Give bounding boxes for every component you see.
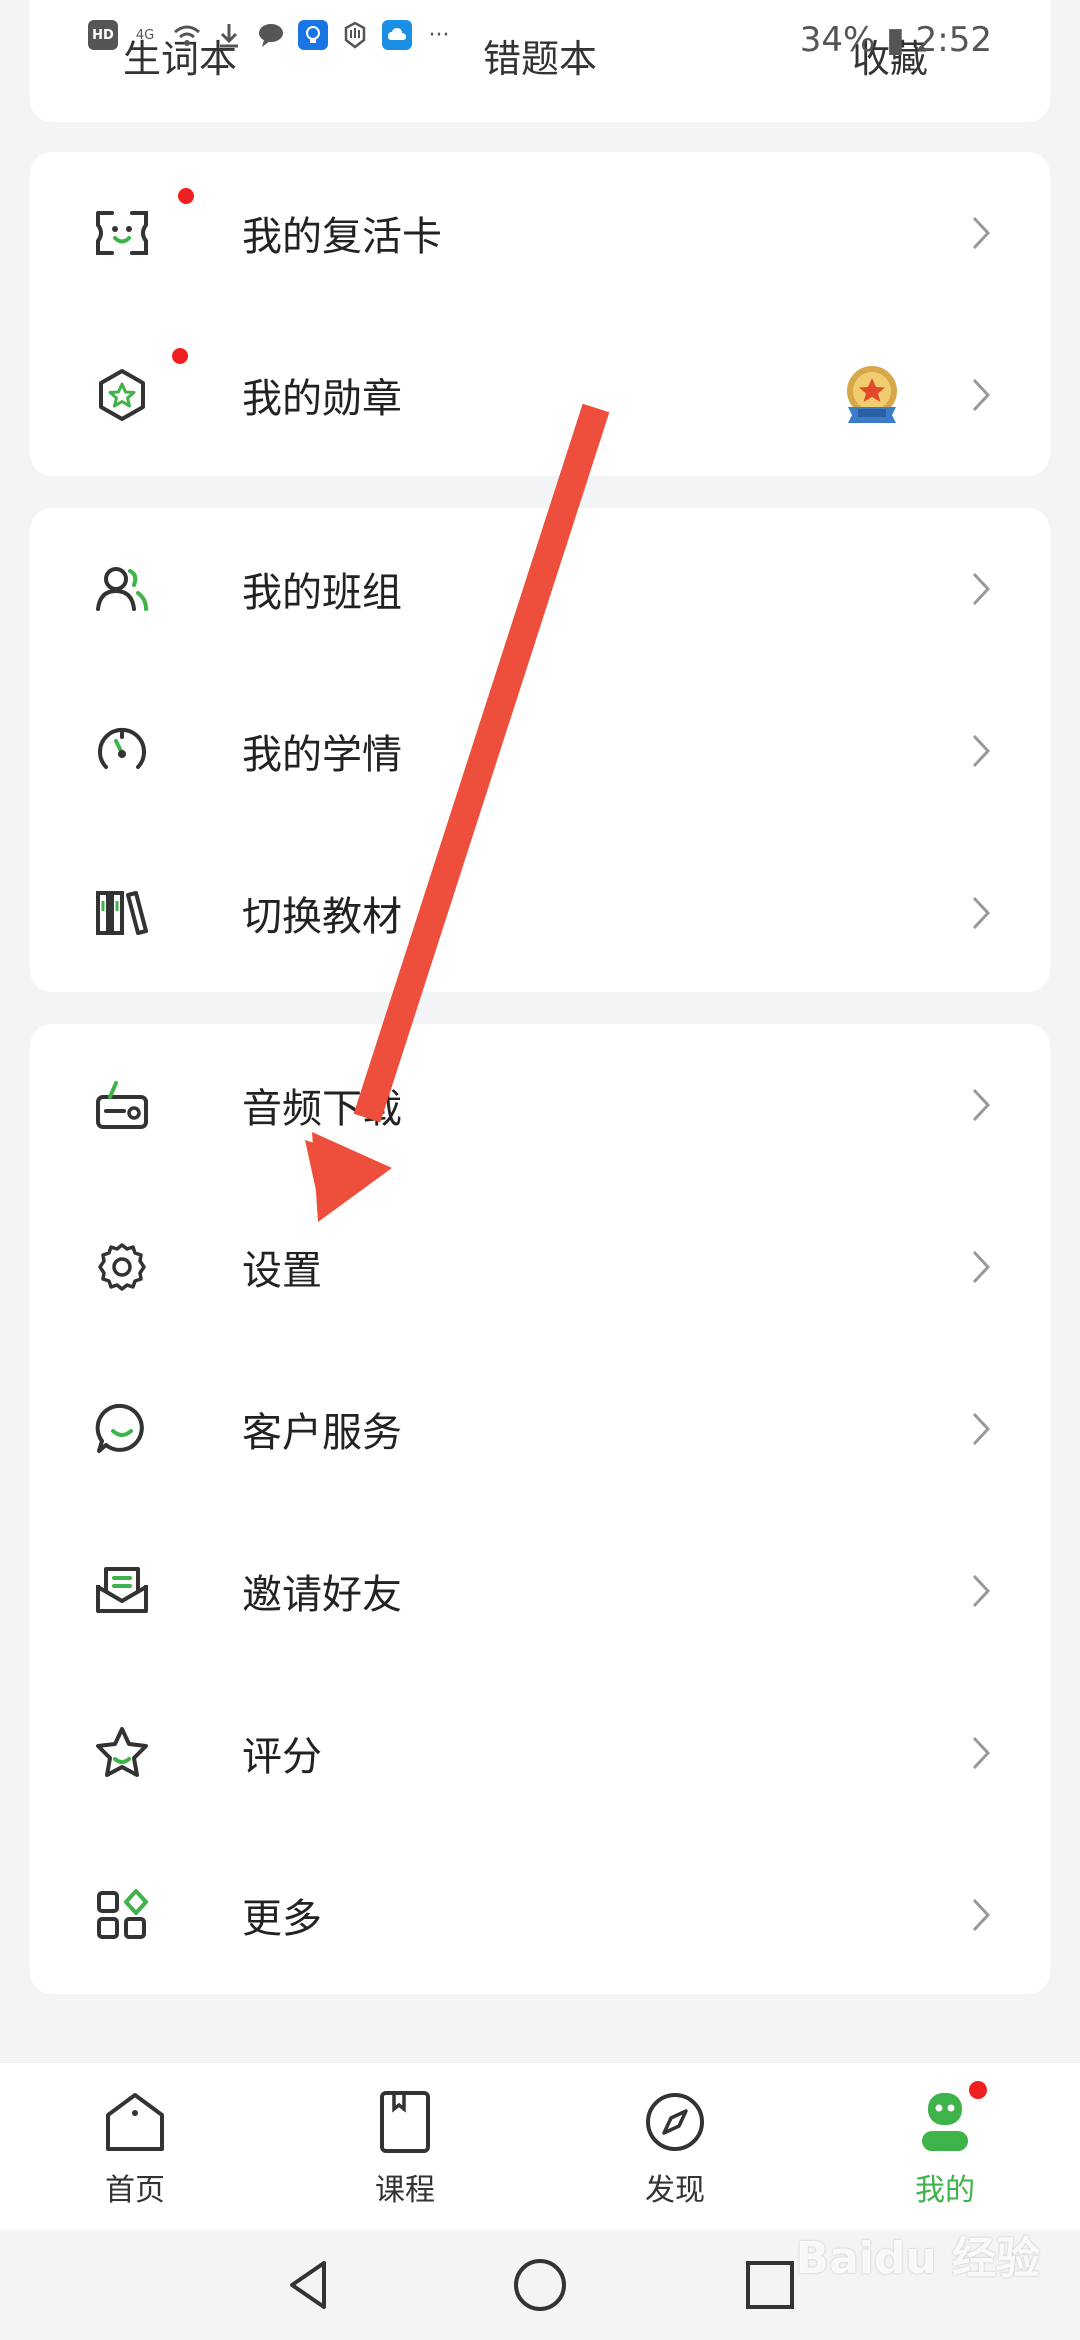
medal-icon bbox=[99, 369, 145, 421]
radio-icon bbox=[96, 1081, 148, 1129]
chevron-right-icon bbox=[972, 1574, 991, 1608]
nav-home[interactable]: 首页 bbox=[65, 2087, 205, 2209]
chevron-right-icon bbox=[972, 1250, 991, 1284]
star-icon bbox=[96, 1727, 148, 1777]
chevron-right-icon bbox=[972, 1088, 991, 1122]
chevron-right-icon bbox=[972, 572, 991, 606]
recents-icon[interactable] bbox=[740, 2255, 800, 2315]
shortcuts-card: 生词本 错题本 收藏 bbox=[30, 0, 1050, 122]
chevron-right-icon bbox=[972, 216, 991, 250]
nav-profile[interactable]: 我的 bbox=[875, 2081, 1015, 2209]
notification-dot bbox=[969, 2081, 987, 2099]
chevron-right-icon bbox=[972, 378, 991, 412]
profile-icon bbox=[922, 2093, 968, 2151]
watermark: Baidu 经验 bbox=[795, 2233, 1040, 2284]
menu-item-label: 我的班组 bbox=[242, 570, 402, 616]
nav-label: 课程 bbox=[375, 2173, 435, 2208]
menu-item-label: 我的勋章 bbox=[242, 376, 402, 422]
nav-label: 发现 bbox=[645, 2173, 705, 2208]
menu-item-label: 客户服务 bbox=[242, 1410, 402, 1456]
menu-card-rewards: 我的复活卡 我的勋章 bbox=[30, 152, 1050, 476]
grid-icon bbox=[97, 1889, 148, 1939]
shortcut-vocabulary[interactable]: 生词本 bbox=[60, 28, 300, 83]
back-icon[interactable] bbox=[280, 2255, 340, 2315]
compass-icon bbox=[646, 2093, 704, 2151]
chat-icon bbox=[95, 1403, 144, 1453]
menu-item-rate[interactable]: 评分 bbox=[30, 1672, 1050, 1834]
menu-item-more[interactable]: 更多 bbox=[30, 1834, 1050, 1996]
home-circle-icon[interactable] bbox=[510, 2255, 570, 2315]
menu-item-label: 我的学情 bbox=[242, 732, 402, 778]
menu-item-customer-service[interactable]: 客户服务 bbox=[30, 1348, 1050, 1510]
chevron-right-icon bbox=[972, 1736, 991, 1770]
shortcut-wrong-questions[interactable]: 错题本 bbox=[420, 28, 660, 83]
mail-icon bbox=[96, 1567, 148, 1613]
bottom-nav: 首页 课程 发现 我的 bbox=[0, 2062, 1080, 2231]
gauge-icon bbox=[98, 727, 146, 769]
books-icon bbox=[96, 891, 148, 935]
shortcut-favorites[interactable]: 收藏 bbox=[770, 28, 1010, 83]
menu-item-invite-friends[interactable]: 邀请好友 bbox=[30, 1510, 1050, 1672]
menu-item-label: 切换教材 bbox=[242, 894, 402, 940]
gear-icon bbox=[98, 1243, 146, 1291]
chevron-right-icon bbox=[972, 896, 991, 930]
menu-item-audio-download[interactable]: 音频下载 bbox=[30, 1024, 1050, 1186]
menu-item-label: 我的复活卡 bbox=[242, 214, 442, 260]
menu-item-label: 设置 bbox=[242, 1248, 322, 1294]
book-icon bbox=[380, 2091, 430, 2153]
menu-item-medals[interactable]: 我的勋章 bbox=[30, 314, 1050, 476]
menu-card-general: 音频下载 设置 客户服务 邀请好友 评分 更多 bbox=[30, 1024, 1050, 1994]
nav-label: 我的 bbox=[915, 2173, 975, 2208]
menu-item-label: 邀请好友 bbox=[242, 1572, 402, 1618]
nav-discover[interactable]: 发现 bbox=[605, 2087, 745, 2209]
nav-label: 首页 bbox=[105, 2173, 165, 2208]
chevron-right-icon bbox=[972, 734, 991, 768]
menu-item-label: 评分 bbox=[242, 1734, 322, 1780]
menu-item-settings[interactable]: 设置 bbox=[30, 1186, 1050, 1348]
notification-dot bbox=[178, 188, 194, 204]
group-icon bbox=[96, 567, 148, 611]
chevron-right-icon bbox=[972, 1898, 991, 1932]
menu-item-revive-card[interactable]: 我的复活卡 bbox=[30, 152, 1050, 314]
menu-item-my-group[interactable]: 我的班组 bbox=[30, 508, 1050, 670]
nav-courses[interactable]: 课程 bbox=[335, 2087, 475, 2209]
home-icon bbox=[106, 2093, 164, 2151]
menu-item-switch-textbook[interactable]: 切换教材 bbox=[30, 832, 1050, 994]
menu-item-label: 音频下载 bbox=[242, 1086, 402, 1132]
menu-item-label: 更多 bbox=[242, 1896, 322, 1942]
medal-badge bbox=[847, 366, 897, 423]
notification-dot bbox=[172, 348, 188, 364]
menu-card-study: 我的班组 我的学情 切换教材 bbox=[30, 508, 1050, 992]
chevron-right-icon bbox=[972, 1412, 991, 1446]
menu-item-learning-stats[interactable]: 我的学情 bbox=[30, 670, 1050, 832]
revive-card-icon bbox=[96, 211, 148, 255]
